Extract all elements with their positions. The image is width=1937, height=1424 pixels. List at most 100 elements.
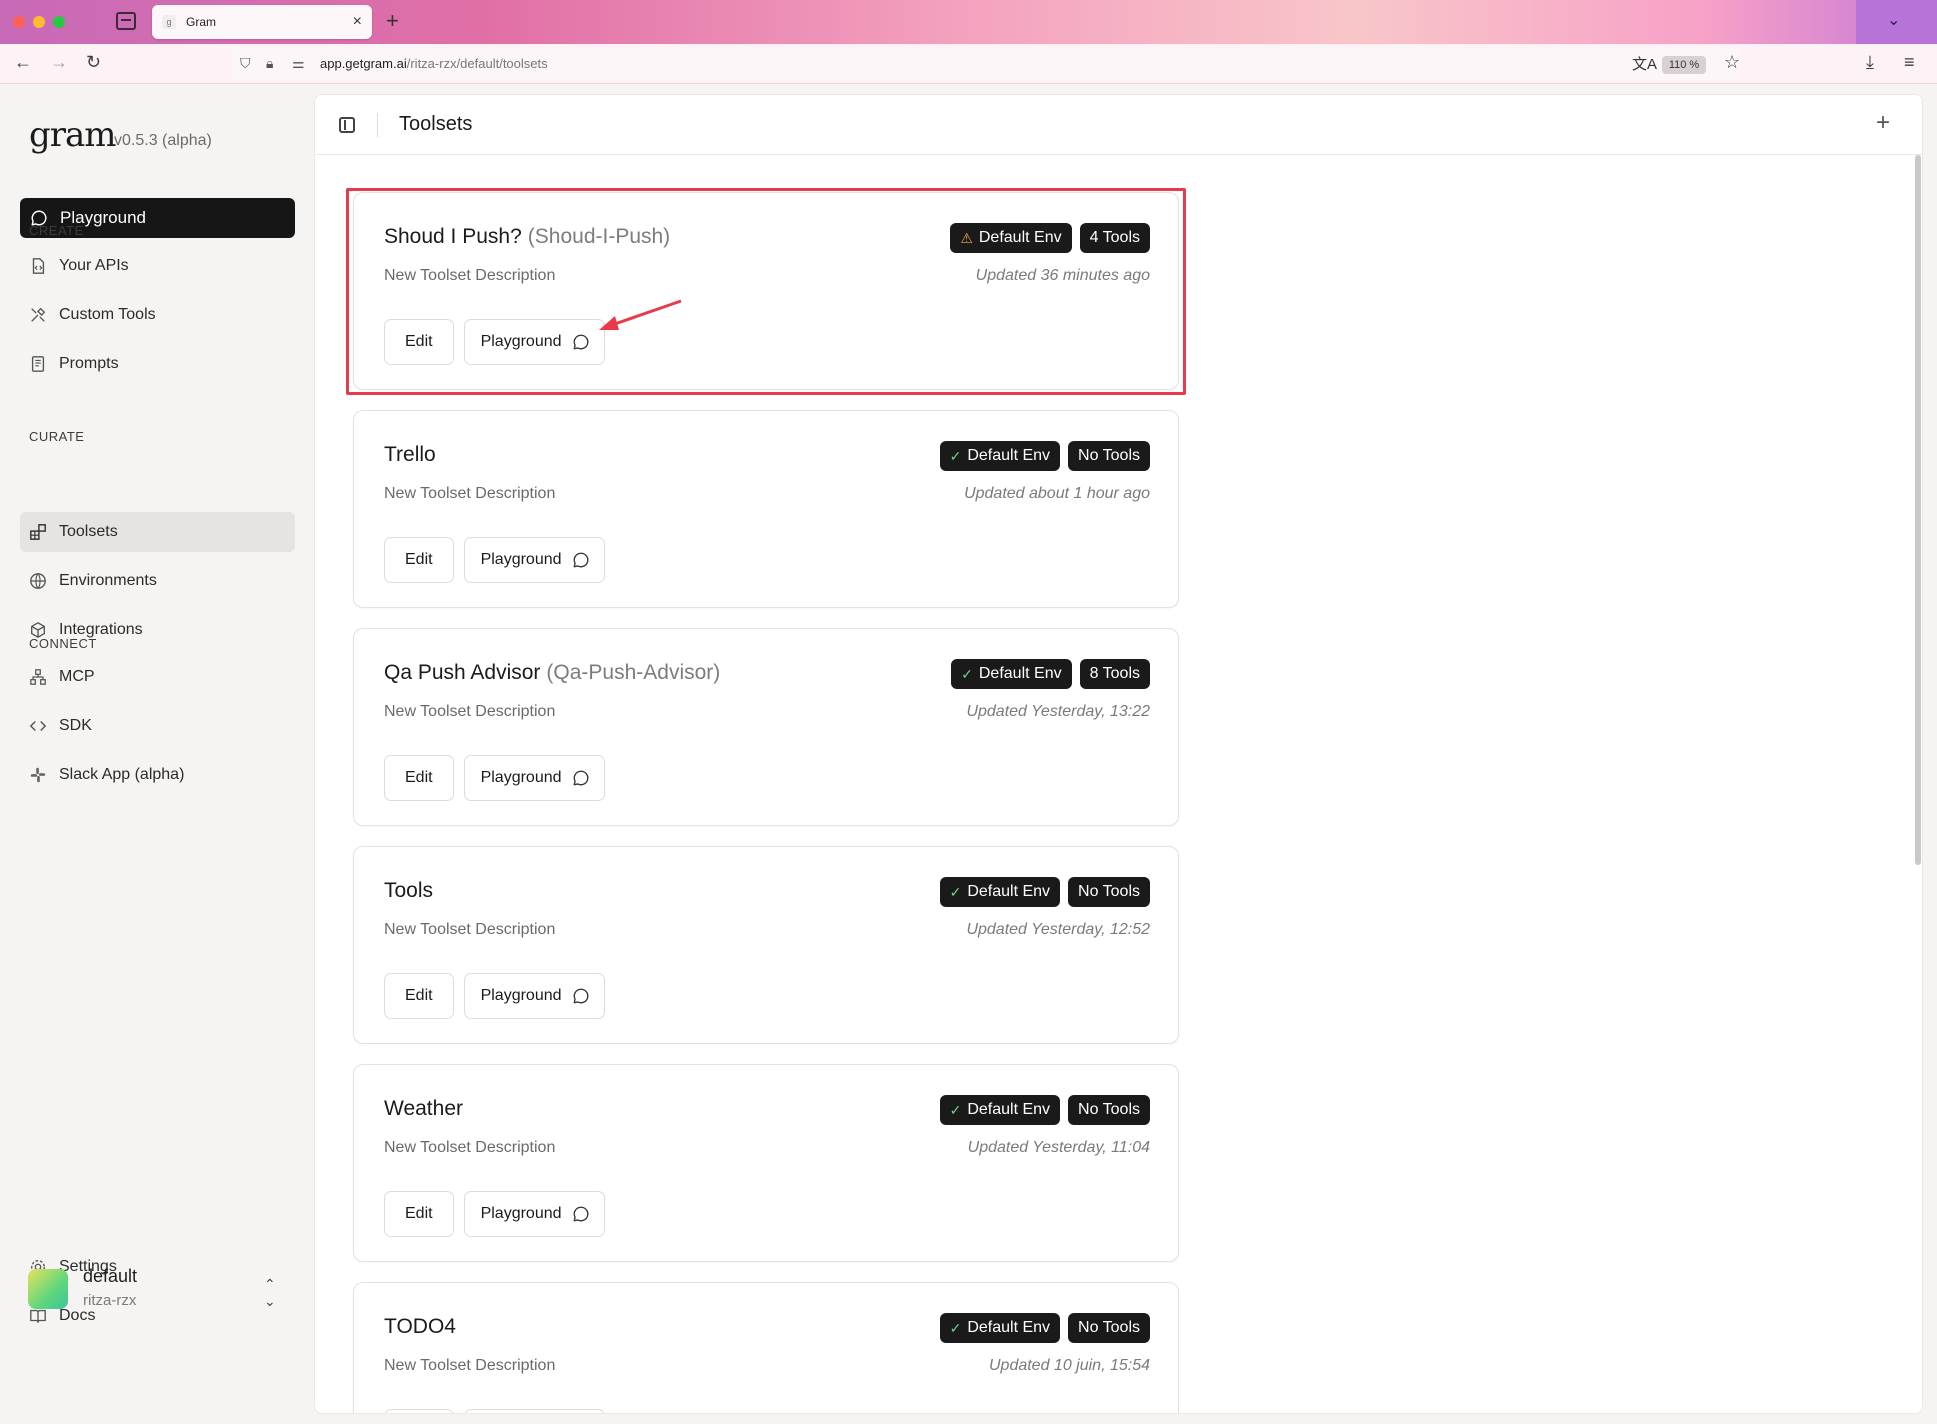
permissions-icon[interactable]: ⚌ bbox=[292, 55, 305, 72]
favicon-icon: g bbox=[162, 15, 176, 29]
env-status-badge[interactable]: ⚠ Default Env bbox=[950, 223, 1072, 253]
updated-timestamp: Updated about 1 hour ago bbox=[964, 485, 1150, 502]
updated-timestamp: Updated 10 juin, 15:54 bbox=[988, 1357, 1150, 1374]
sidebar-item-sdk[interactable]: SDK bbox=[20, 706, 295, 746]
shield-icon[interactable]: ⛉ bbox=[240, 55, 251, 72]
toolset-description: New Toolset Description bbox=[384, 267, 556, 284]
toolset-name: Weather bbox=[384, 1097, 463, 1120]
tools-count-badge: No Tools bbox=[1068, 1313, 1150, 1343]
edit-button[interactable]: Edit bbox=[384, 537, 454, 583]
chevron-down-icon: ⌄ bbox=[1887, 12, 1901, 29]
url-bar[interactable]: ⛉ 🔒︎ ⚌ app.getgram.ai/ritza-rzx/default/… bbox=[232, 48, 1740, 80]
toolset-title[interactable]: Tools bbox=[384, 879, 439, 903]
translate-icon[interactable]: 文A bbox=[1632, 53, 1657, 74]
chat-bubble-icon bbox=[573, 334, 588, 350]
code-icon bbox=[29, 720, 47, 732]
sidebar-item-your-apis[interactable]: Your APIs bbox=[20, 246, 295, 286]
edit-button[interactable]: Edit bbox=[384, 1409, 454, 1413]
section-label-curate: CURATE bbox=[29, 429, 85, 444]
toolset-title[interactable]: Shoud I Push? (Shoud-I-Push) bbox=[384, 225, 670, 249]
chevron-up-down-icon: ⌃ ⌄ bbox=[264, 1276, 276, 1309]
env-status-badge[interactable]: ✓ Default Env bbox=[939, 1313, 1061, 1343]
page-title: Toolsets bbox=[399, 113, 473, 135]
toolset-card[interactable]: Tools ✓ Default Env No Tools New Toolset Des… bbox=[353, 846, 1179, 1044]
toolset-slug: (Shoud-I-Push) bbox=[527, 225, 671, 248]
toolset-title[interactable]: Trello bbox=[384, 443, 442, 467]
sidebar-item-integrations[interactable]: Integrations bbox=[20, 610, 295, 650]
toolset-description: New Toolset Description bbox=[384, 921, 556, 938]
sidebar-item-label: Integrations bbox=[59, 621, 143, 638]
new-tab-button[interactable]: + bbox=[386, 8, 399, 34]
tabs-overflow[interactable]: ⌄ bbox=[1856, 0, 1937, 44]
edit-button[interactable]: Edit bbox=[384, 755, 454, 801]
browser-titlebar: g Gram × + ⌄ bbox=[0, 0, 1937, 44]
card-actions: Edit Playground bbox=[384, 1409, 605, 1413]
sidebar-item-prompts[interactable]: Prompts bbox=[20, 344, 295, 384]
playground-button[interactable]: Playground bbox=[463, 319, 605, 365]
toolset-title[interactable]: TODO4 bbox=[384, 1315, 462, 1339]
sidebar-item-label: Toolsets bbox=[59, 523, 118, 540]
badge-group: ✓ Default Env 8 Tools bbox=[951, 659, 1150, 689]
sidebar-item-label: SDK bbox=[59, 717, 92, 734]
reload-icon[interactable]: ↻ bbox=[86, 52, 101, 73]
globe-icon bbox=[30, 573, 46, 589]
slack-icon bbox=[30, 767, 46, 783]
playground-button-label: Playground bbox=[480, 987, 562, 1004]
maximize-window-button[interactable] bbox=[53, 16, 65, 28]
toolset-card[interactable]: Trello ✓ Default Env No Tools New Toolset De… bbox=[353, 410, 1179, 608]
toolset-title[interactable]: Qa Push Advisor (Qa-Push-Advisor) bbox=[384, 661, 720, 685]
section-label-create: CREATE bbox=[29, 223, 84, 238]
close-window-button[interactable] bbox=[13, 16, 25, 28]
close-tab-icon[interactable]: × bbox=[353, 13, 362, 31]
scrollbar[interactable] bbox=[1915, 155, 1921, 865]
edit-button[interactable]: Edit bbox=[384, 319, 454, 365]
sidebar-item-label: MCP bbox=[59, 668, 95, 685]
sidebar-item-custom-tools[interactable]: Custom Tools bbox=[20, 295, 295, 335]
bookmark-star-icon[interactable]: ☆ bbox=[1724, 52, 1740, 73]
toolset-name: Shoud I Push? bbox=[384, 225, 522, 248]
toolset-name: TODO4 bbox=[384, 1315, 456, 1338]
env-status-badge[interactable]: ✓ Default Env bbox=[939, 877, 1061, 907]
env-status-badge[interactable]: ✓ Default Env bbox=[951, 659, 1072, 689]
toolset-card[interactable]: Shoud I Push? (Shoud-I-Push) ⚠ Default Env 4… bbox=[353, 192, 1179, 390]
project-switcher[interactable]: default ritza-rzx ⌃ ⌄ bbox=[28, 1263, 298, 1311]
zoom-level[interactable]: 110 % bbox=[1662, 56, 1706, 74]
url-host: app.getgram.ai bbox=[320, 56, 407, 71]
sidebar-item-toolsets[interactable]: Toolsets bbox=[20, 512, 295, 552]
downloads-icon[interactable]: ⤓ bbox=[1866, 52, 1874, 73]
sidebar-toggle-icon[interactable] bbox=[339, 117, 355, 133]
sidebar-item-mcp[interactable]: MCP bbox=[20, 657, 295, 697]
sidebar-item-slack-app[interactable]: Slack App (alpha) bbox=[20, 755, 295, 795]
playground-button[interactable]: Playground bbox=[463, 1409, 605, 1413]
env-status-badge[interactable]: ✓ Default Env bbox=[939, 441, 1061, 471]
lock-icon[interactable]: 🔒︎ bbox=[266, 55, 273, 72]
edit-button[interactable]: Edit bbox=[384, 1191, 454, 1237]
playground-button[interactable]: Playground bbox=[463, 973, 605, 1019]
playground-button[interactable]: Playground bbox=[463, 1191, 605, 1237]
forward-arrow-icon[interactable]: → bbox=[50, 52, 68, 73]
toolset-card[interactable]: Qa Push Advisor (Qa-Push-Advisor) ✓ Default… bbox=[353, 628, 1179, 826]
sidebar-item-environments[interactable]: Environments bbox=[20, 561, 295, 601]
toolset-card[interactable]: Weather ✓ Default Env No Tools New Toolset D… bbox=[353, 1064, 1179, 1262]
back-arrow-icon[interactable]: ← bbox=[14, 52, 32, 73]
tools-count-badge: No Tools bbox=[1068, 1095, 1150, 1125]
chat-bubble-icon bbox=[573, 770, 588, 786]
browser-tab[interactable]: g Gram × bbox=[152, 5, 372, 39]
edit-button[interactable]: Edit bbox=[384, 973, 454, 1019]
sidebar-item-label: Your APIs bbox=[59, 257, 129, 274]
toolset-title[interactable]: Weather bbox=[384, 1097, 469, 1121]
menu-icon[interactable]: ≡ bbox=[1904, 52, 1915, 73]
tab-manager-icon[interactable] bbox=[116, 12, 136, 30]
tools-icon bbox=[31, 307, 46, 322]
playground-button[interactable]: Playground bbox=[463, 537, 605, 583]
minimize-window-button[interactable] bbox=[33, 16, 45, 28]
check-icon: ✓ bbox=[949, 1101, 962, 1118]
gram-logo[interactable]: gram bbox=[29, 115, 117, 155]
url-text[interactable]: app.getgram.ai/ritza-rzx/default/toolset… bbox=[320, 56, 548, 71]
playground-button[interactable]: Playground bbox=[463, 755, 605, 801]
env-status-badge[interactable]: ✓ Default Env bbox=[939, 1095, 1061, 1125]
toolset-card[interactable]: TODO4 ✓ Default Env No Tools New Toolset Des… bbox=[353, 1282, 1179, 1413]
url-path: /ritza-rzx/default/toolsets bbox=[406, 56, 548, 71]
add-toolset-button[interactable]: + bbox=[1876, 109, 1890, 137]
check-icon: ✓ bbox=[949, 1319, 962, 1336]
